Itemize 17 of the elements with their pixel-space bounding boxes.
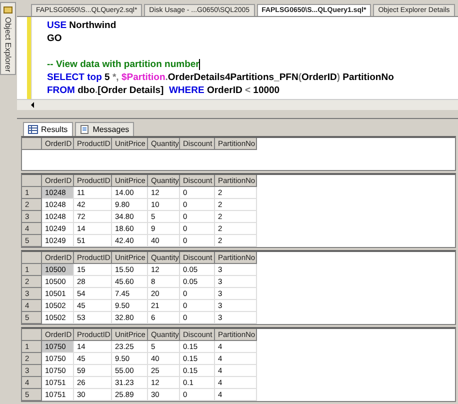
code-line: -- View data with partition number [47, 58, 202, 71]
select-all-header[interactable] [22, 138, 42, 150]
select-all-header[interactable] [22, 329, 42, 341]
horizontal-scrollbar[interactable] [17, 99, 458, 110]
results-tab[interactable]: Messages [74, 122, 134, 136]
code-line: GO [47, 32, 63, 45]
select-all-header[interactable] [22, 252, 42, 264]
code-line: FROM dbo.[Order Details] WHERE OrderID < 10000 [47, 84, 281, 97]
scroll-left-icon[interactable] [29, 101, 37, 109]
select-all-header[interactable] [22, 175, 42, 187]
code-line: SELECT top 5 *, $Partition.OrderDetails4Partitions_PFN(OrderID) PartitionNo [47, 71, 394, 84]
document-icon [80, 125, 90, 134]
grid-icon [28, 125, 38, 134]
code-editor[interactable]: USE Northwind GO -- View data with partition number SELECT top 5 *, $Partition.OrderDetails4Partitions_PFN(OrderID) PartitionNo FROM dbo.[Order Details] WHERE OrderID < 10000 [17, 17, 458, 99]
code-line: USE Northwind [47, 19, 118, 32]
object-explorer-tab[interactable]: Object Explorer [0, 2, 16, 76]
results-tab[interactable]: Results [23, 122, 73, 136]
